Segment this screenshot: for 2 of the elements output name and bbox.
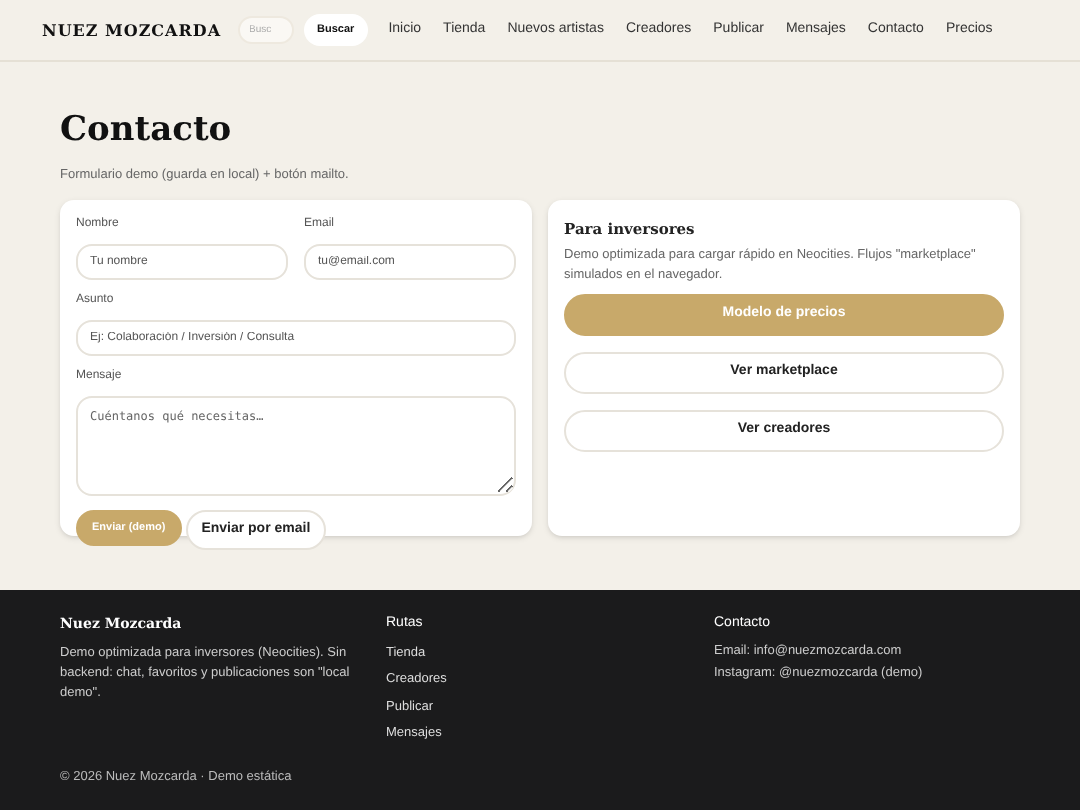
site-logo[interactable]: NUEZ MOZCARDA xyxy=(42,18,222,42)
page-title: Contacto xyxy=(60,114,234,148)
